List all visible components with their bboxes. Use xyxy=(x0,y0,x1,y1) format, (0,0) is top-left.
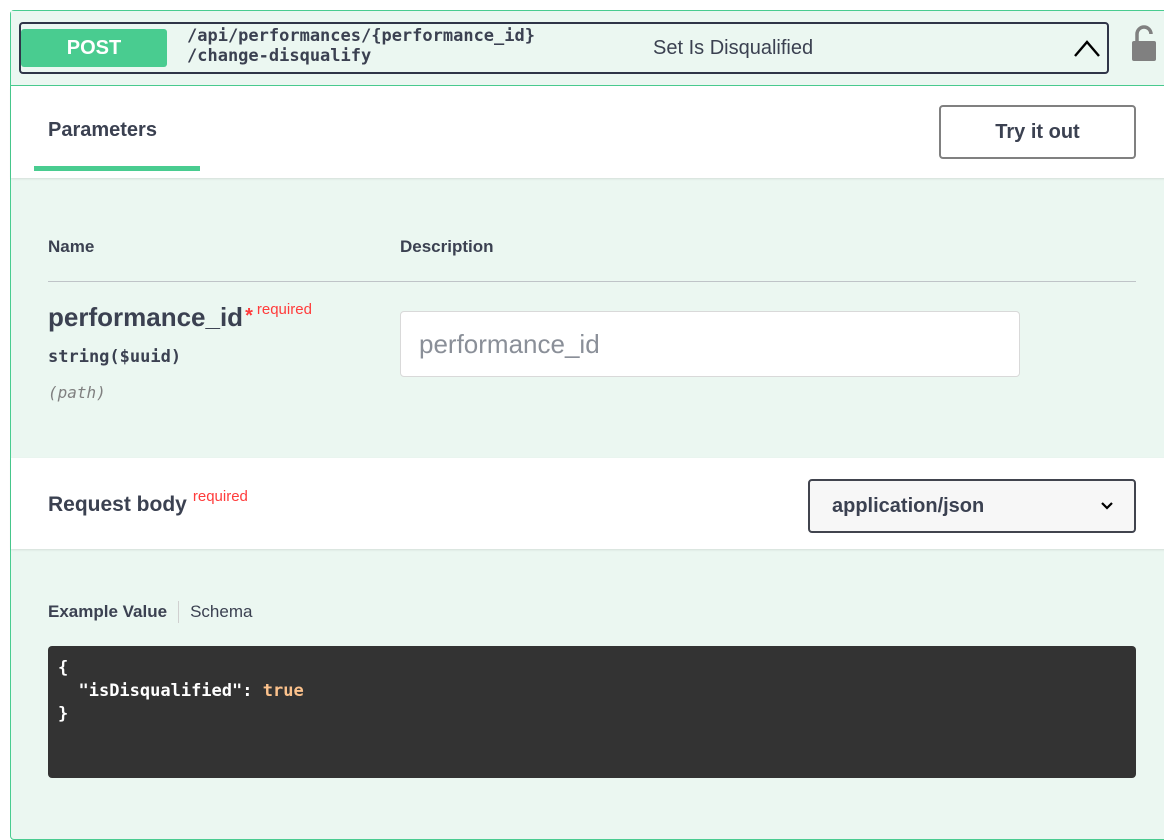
operation-summary-text: Set Is Disqualified xyxy=(653,37,814,59)
parameter-location: (path) xyxy=(48,383,106,402)
unlocked-padlock-icon[interactable] xyxy=(1129,23,1159,63)
parameter-name: performance_id * required xyxy=(48,301,312,333)
parameter-type: string($uuid) xyxy=(48,347,182,367)
table-header-divider xyxy=(48,281,1136,282)
example-tabs: Example Value Schema xyxy=(48,601,252,623)
try-it-out-button[interactable]: Try it out xyxy=(939,105,1136,159)
operation-summary-focus-box[interactable]: POST /api/performances/{performance_id} … xyxy=(19,22,1109,74)
required-star: * xyxy=(245,305,253,327)
operation-block: POST /api/performances/{performance_id} … xyxy=(10,10,1164,840)
request-body-header: Request body required application/json xyxy=(11,458,1164,549)
content-type-value: application/json xyxy=(832,494,985,517)
code-colon: : xyxy=(242,681,263,701)
operation-path-line1: /api/performances/{performance_id} xyxy=(187,26,535,46)
operation-path: /api/performances/{performance_id} /chan… xyxy=(187,26,535,66)
code-line-close: } xyxy=(58,704,69,724)
operation-summary[interactable]: POST /api/performances/{performance_id} … xyxy=(11,11,1164,86)
request-body-required-label: required xyxy=(192,488,248,505)
chevron-down-icon xyxy=(1101,502,1113,510)
code-key: "isDisqualified" xyxy=(78,681,243,701)
tab-schema[interactable]: Schema xyxy=(190,602,252,622)
performance-id-input[interactable] xyxy=(400,311,1020,377)
column-header-name: Name xyxy=(48,237,95,256)
tab-active-indicator xyxy=(34,166,200,171)
tab-parameters[interactable]: Parameters xyxy=(48,119,157,142)
request-body-title: Request body required xyxy=(48,488,248,517)
request-body-title-text: Request body xyxy=(48,493,187,516)
code-value: true xyxy=(262,681,304,701)
code-line-property: "isDisqualified": true xyxy=(58,680,1126,703)
parameter-name-text: performance_id xyxy=(48,302,244,332)
chevron-up-icon[interactable] xyxy=(1073,36,1101,60)
example-tab-divider xyxy=(178,601,180,623)
column-header-description: Description xyxy=(400,237,494,256)
method-badge: POST xyxy=(21,29,167,67)
code-line-open: { xyxy=(58,658,69,678)
parameters-tab-header: Parameters Try it out xyxy=(11,86,1164,178)
operation-path-line2: /change-disqualify xyxy=(187,46,372,66)
parameter-required-label: required xyxy=(256,301,312,318)
content-type-select[interactable]: application/json xyxy=(808,479,1136,533)
tab-example-value[interactable]: Example Value xyxy=(48,602,167,622)
example-code-block: { "isDisqualified": true } xyxy=(48,646,1136,778)
